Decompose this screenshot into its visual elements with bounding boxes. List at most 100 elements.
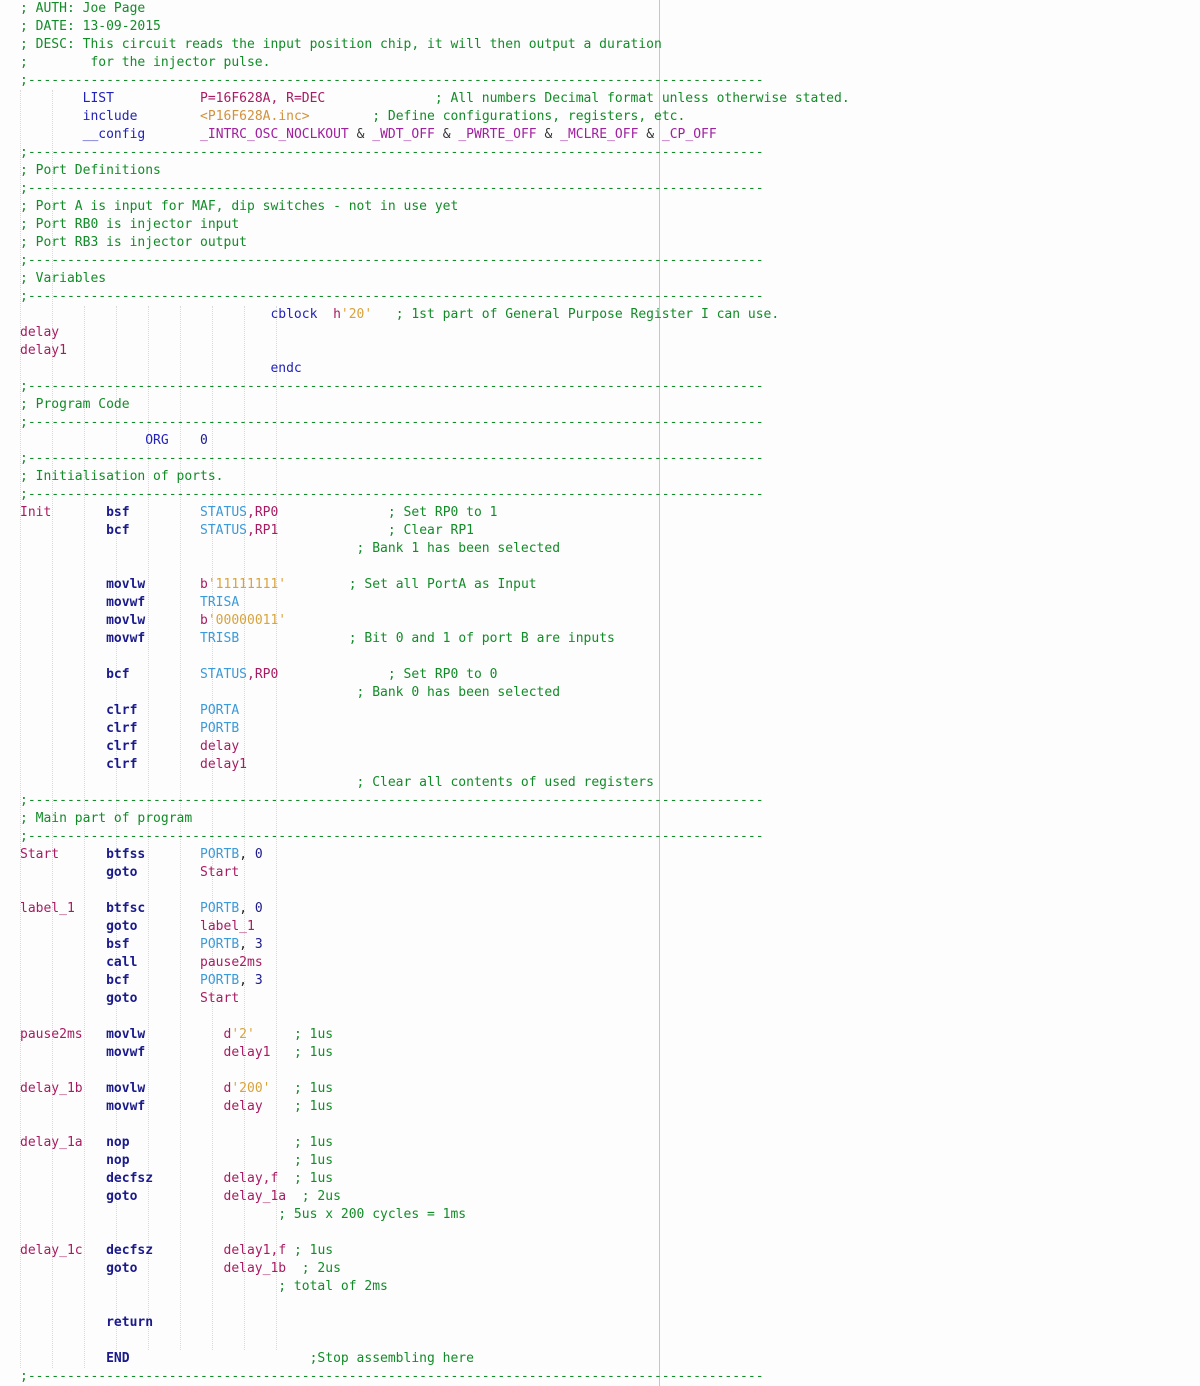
code-line[interactable]: pause2ms movlw d'2' ; 1us (0, 1026, 1200, 1044)
code-line[interactable]: ; Main part of program (0, 810, 1200, 828)
code-line[interactable]: ;---------------------------------------… (0, 252, 1200, 270)
token-register: STATUS (200, 523, 247, 538)
token-comment: ; Variables (20, 271, 107, 286)
code-line[interactable]: goto label_1 (0, 918, 1200, 936)
code-line[interactable]: ; Bank 0 has been selected (0, 684, 1200, 702)
code-line[interactable]: movwf delay ; 1us (0, 1098, 1200, 1116)
code-line[interactable]: movwf TRISB ; Bit 0 and 1 of port B are … (0, 630, 1200, 648)
code-line[interactable]: ;---------------------------------------… (0, 792, 1200, 810)
code-line[interactable]: include <P16F628A.inc> ; Define configur… (0, 108, 1200, 126)
token-sep: ;---------------------------------------… (20, 181, 764, 196)
code-line[interactable]: clrf PORTA (0, 702, 1200, 720)
token-directive: ORG (145, 433, 169, 448)
code-line[interactable]: delay_1b movlw d'200' ; 1us (0, 1080, 1200, 1098)
code-line[interactable] (0, 1224, 1200, 1242)
code-line[interactable] (0, 648, 1200, 666)
code-line[interactable]: ;---------------------------------------… (0, 828, 1200, 846)
code-line[interactable]: ;---------------------------------------… (0, 1368, 1200, 1386)
code-line[interactable]: delay (0, 324, 1200, 342)
code-line[interactable]: END ;Stop assembling here (0, 1350, 1200, 1368)
code-line[interactable]: movlw b'00000011' (0, 612, 1200, 630)
code-line[interactable]: delay_1c decfsz delay1,f ; 1us (0, 1242, 1200, 1260)
code-line[interactable]: ; Clear all contents of used registers (0, 774, 1200, 792)
code-line[interactable]: ;---------------------------------------… (0, 450, 1200, 468)
token-radix: b (200, 613, 208, 628)
code-line[interactable]: nop ; 1us (0, 1152, 1200, 1170)
code-line[interactable]: cblock h'20' ; 1st part of General Purpo… (0, 306, 1200, 324)
code-line[interactable]: ; Port RB0 is injector input (0, 216, 1200, 234)
code-line[interactable]: ; Variables (0, 270, 1200, 288)
code-line[interactable]: LIST P=16F628A, R=DEC ; All numbers Deci… (0, 90, 1200, 108)
token-comment: ; DATE: 13-09-2015 (20, 19, 161, 34)
code-line[interactable]: ;---------------------------------------… (0, 486, 1200, 504)
code-line[interactable] (0, 1008, 1200, 1026)
code-line[interactable]: ; Port A is input for MAF, dip switches … (0, 198, 1200, 216)
token-label: Init (20, 505, 52, 520)
code-line[interactable]: ; AUTH: Joe Page (0, 0, 1200, 18)
code-line[interactable]: clrf delay (0, 738, 1200, 756)
code-line[interactable]: ; Program Code (0, 396, 1200, 414)
code-line[interactable] (0, 1062, 1200, 1080)
code-line[interactable]: __config _INTRC_OSC_NOCLKOUT & _WDT_OFF … (0, 126, 1200, 144)
code-line[interactable]: goto Start (0, 864, 1200, 882)
token-number: 3 (254, 937, 263, 952)
token-plain: , (239, 973, 255, 988)
code-line[interactable]: movwf TRISA (0, 594, 1200, 612)
code-line[interactable]: Init bsf STATUS,RP0 ; Set RP0 to 1 (0, 504, 1200, 522)
code-line[interactable]: ; DATE: 13-09-2015 (0, 18, 1200, 36)
token-comment: ; 2us (301, 1189, 341, 1204)
code-line[interactable] (0, 1116, 1200, 1134)
code-line[interactable] (0, 558, 1200, 576)
code-line[interactable]: goto Start (0, 990, 1200, 1008)
code-line[interactable]: ;---------------------------------------… (0, 414, 1200, 432)
code-line[interactable]: clrf PORTB (0, 720, 1200, 738)
code-line[interactable]: label_1 btfsc PORTB, 0 (0, 900, 1200, 918)
token-comment: ; DESC: This circuit reads the input pos… (20, 37, 662, 52)
token-comment: ; 1us (293, 1171, 334, 1186)
code-line[interactable]: ; DESC: This circuit reads the input pos… (0, 36, 1200, 54)
code-line[interactable]: movlw b'11111111' ; Set all PortA as Inp… (0, 576, 1200, 594)
code-line[interactable]: ;---------------------------------------… (0, 288, 1200, 306)
code-lines-container[interactable]: ; AUTH: Joe Page ; DATE: 13-09-2015 ; DESC… (0, 0, 1200, 1386)
token-numlit: '20' (340, 307, 373, 322)
code-line[interactable]: ; Port RB3 is injector output (0, 234, 1200, 252)
code-line[interactable]: call pause2ms (0, 954, 1200, 972)
code-line[interactable] (0, 1332, 1200, 1350)
code-line[interactable]: endc (0, 360, 1200, 378)
code-line[interactable]: ; for the injector pulse. (0, 54, 1200, 72)
code-line[interactable]: ORG 0 (0, 432, 1200, 450)
code-line[interactable]: ;---------------------------------------… (0, 144, 1200, 162)
code-line[interactable]: bcf STATUS,RP0 ; Set RP0 to 0 (0, 666, 1200, 684)
code-line[interactable]: bcf PORTB, 3 (0, 972, 1200, 990)
code-line[interactable]: decfsz delay,f ; 1us (0, 1170, 1200, 1188)
code-line[interactable]: ; Port Definitions (0, 162, 1200, 180)
code-line[interactable] (0, 1296, 1200, 1314)
token-opcode: movwf (106, 1099, 146, 1114)
token-numlit: '00000011' (207, 613, 287, 628)
code-line[interactable]: ;---------------------------------------… (0, 378, 1200, 396)
code-line[interactable]: Start btfss PORTB, 0 (0, 846, 1200, 864)
code-line[interactable]: ; total of 2ms (0, 1278, 1200, 1296)
code-line[interactable]: ; 5us x 200 cycles = 1ms (0, 1206, 1200, 1224)
code-line[interactable] (0, 882, 1200, 900)
code-line[interactable]: clrf delay1 (0, 756, 1200, 774)
code-line[interactable]: movwf delay1 ; 1us (0, 1044, 1200, 1062)
code-line[interactable]: delay_1a nop ; 1us (0, 1134, 1200, 1152)
code-line[interactable]: bsf PORTB, 3 (0, 936, 1200, 954)
code-line[interactable]: bcf STATUS,RP1 ; Clear RP1 (0, 522, 1200, 540)
code-editor-surface[interactable]: ; AUTH: Joe Page ; DATE: 13-09-2015 ; DESC… (0, 0, 1200, 1386)
code-line[interactable]: ;---------------------------------------… (0, 72, 1200, 90)
code-line[interactable]: return (0, 1314, 1200, 1332)
code-line[interactable]: ; Initialisation of ports. (0, 468, 1200, 486)
token-sep: ;---------------------------------------… (20, 793, 764, 808)
code-line[interactable]: goto delay_1a ; 2us (0, 1188, 1200, 1206)
token-opcode: clrf (106, 739, 138, 754)
code-line[interactable]: delay1 (0, 342, 1200, 360)
code-line[interactable]: ;---------------------------------------… (0, 180, 1200, 198)
code-line[interactable]: ; Bank 1 has been selected (0, 540, 1200, 558)
code-line[interactable]: goto delay_1b ; 2us (0, 1260, 1200, 1278)
